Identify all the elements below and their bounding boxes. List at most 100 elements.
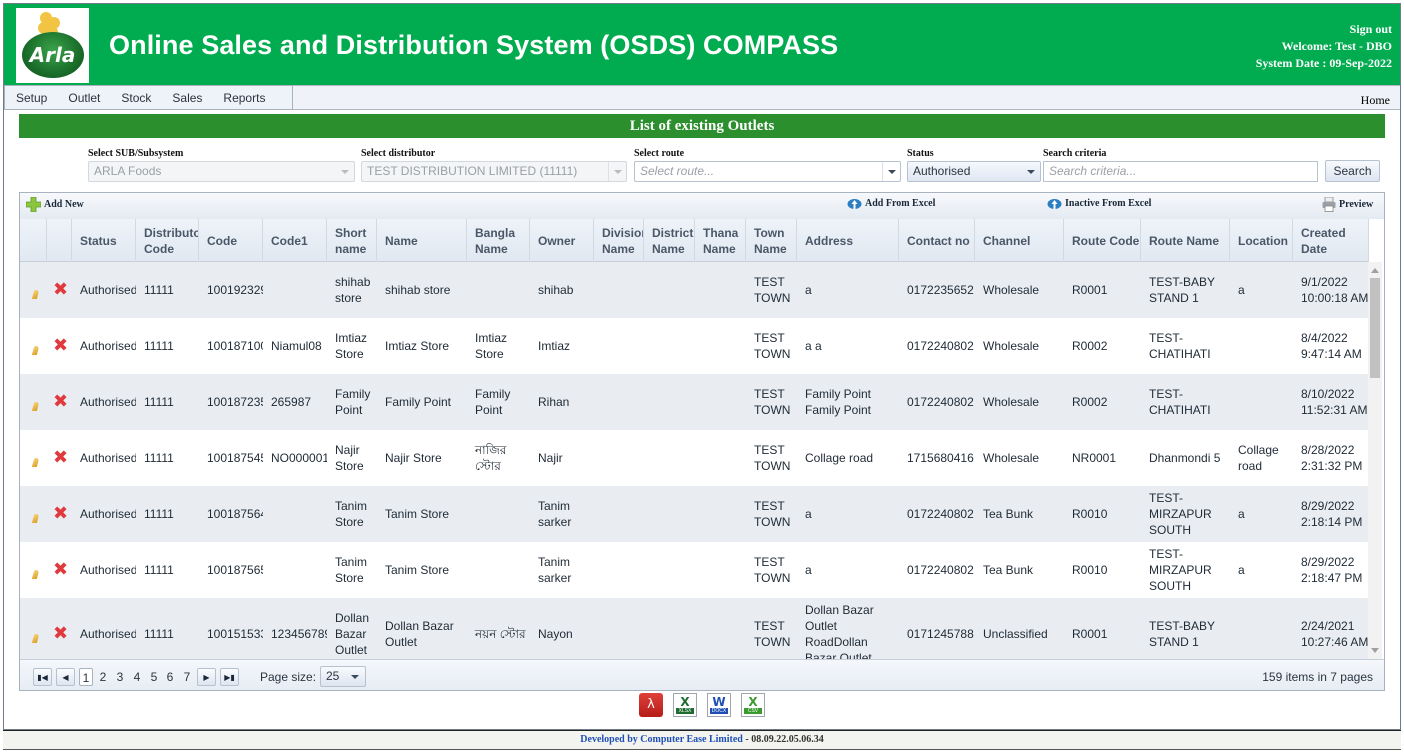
cell-thana — [695, 542, 746, 598]
col-division-name[interactable]: Division Name — [594, 219, 644, 262]
cell-code: 100187565 — [207, 563, 263, 577]
edit-icon[interactable] — [32, 570, 40, 580]
table-row[interactable]: ✖ Authorised 11111 100187545 NO000001 Najir S… — [20, 430, 1369, 486]
scroll-down-icon[interactable] — [1371, 648, 1379, 653]
last-page-button[interactable]: ▶▮ — [220, 668, 239, 686]
page-4[interactable]: 4 — [130, 668, 144, 686]
delete-icon[interactable]: ✖ — [53, 561, 68, 579]
col-short-name[interactable]: Short name — [327, 219, 377, 262]
col-distributor-code[interactable]: Distributor Code — [136, 219, 199, 262]
cell-name: Family Point — [385, 395, 452, 409]
delete-icon[interactable]: ✖ — [53, 337, 68, 355]
status-select[interactable]: Authorised — [907, 161, 1041, 182]
scroll-thumb[interactable] — [1370, 278, 1380, 378]
page-size-select[interactable]: 25 — [320, 666, 366, 687]
pager-info: 159 items in 7 pages — [1262, 670, 1373, 684]
col-name[interactable]: Name — [377, 219, 467, 262]
edit-cell — [20, 486, 47, 542]
export-xlsx-button[interactable]: X XLSX — [673, 693, 697, 717]
menu-item-sales[interactable]: Sales — [161, 91, 212, 105]
preview-button[interactable]: Preview — [1322, 197, 1373, 212]
cell-status: Authorised — [80, 563, 136, 577]
cell-code: 100192329 — [207, 283, 263, 297]
prev-page-button[interactable]: ◀ — [56, 668, 75, 686]
table-row[interactable]: ✖ Authorised 11111 100187565 Tanim Store Tani… — [20, 542, 1369, 598]
next-page-button[interactable]: ▶ — [197, 668, 216, 686]
cell-status: Authorised — [80, 395, 136, 409]
add-new-button[interactable]: Add New — [26, 197, 84, 212]
chevron-down-icon[interactable] — [882, 162, 900, 181]
sub-select[interactable]: ARLA Foods — [88, 161, 355, 182]
table-row[interactable]: ✖ Authorised 11111 100151533 123456789 Dollan… — [20, 598, 1369, 659]
col-route-name[interactable]: Route Name — [1141, 219, 1230, 262]
cell-name: Tanim Store — [385, 507, 450, 521]
delete-icon[interactable]: ✖ — [53, 449, 68, 467]
col-status[interactable]: Status — [72, 219, 136, 262]
col-thana-name[interactable]: Thana Name — [695, 219, 746, 262]
edit-icon[interactable] — [32, 458, 40, 468]
page-5[interactable]: 5 — [147, 668, 161, 686]
col-channel[interactable]: Channel — [975, 219, 1064, 262]
cell-route-name: TEST-MIRZAPUR SOUTH — [1149, 547, 1212, 593]
col-location[interactable]: Location — [1230, 219, 1293, 262]
col-contact-no[interactable]: Contact no — [899, 219, 975, 262]
delete-icon[interactable]: ✖ — [53, 505, 68, 523]
col-route-code[interactable]: Route Code — [1064, 219, 1141, 262]
col-district-name[interactable]: District Name — [644, 219, 695, 262]
cell-owner: Najir — [538, 451, 563, 465]
edit-icon[interactable] — [32, 402, 40, 412]
page-3[interactable]: 3 — [113, 668, 127, 686]
table-row[interactable]: ✖ Authorised 11111 100192329 shihab store shi… — [20, 262, 1369, 318]
cell-thana — [695, 486, 746, 542]
col-code[interactable]: Code — [199, 219, 263, 262]
scroll-up-icon[interactable] — [1371, 268, 1379, 273]
col-code1[interactable]: Code1 — [263, 219, 327, 262]
col-created-date[interactable]: Created Date — [1293, 219, 1369, 262]
menu-item-outlet[interactable]: Outlet — [57, 91, 110, 105]
table-row[interactable]: ✖ Authorised 11111 100187100 Niamul08 Imtiaz … — [20, 318, 1369, 374]
edit-icon[interactable] — [32, 634, 40, 644]
col-bangla-name[interactable]: Bangla Name — [467, 219, 530, 262]
page-6[interactable]: 6 — [163, 668, 177, 686]
menu-item-setup[interactable]: Setup — [5, 91, 57, 105]
col-address[interactable]: Address — [797, 219, 899, 262]
cell-town: TEST TOWN — [754, 443, 791, 473]
edit-icon[interactable] — [32, 514, 40, 524]
cell-channel: Wholesale — [983, 283, 1040, 297]
route-select[interactable]: Select route... — [634, 161, 901, 182]
table-row[interactable]: ✖ Authorised 11111 100187235 265987 Family Po… — [20, 374, 1369, 430]
cell-town: TEST TOWN — [754, 555, 791, 585]
table-row[interactable]: ✖ Authorised 11111 100187564 Tanim Store Tani… — [20, 486, 1369, 542]
page-7[interactable]: 7 — [180, 668, 194, 686]
col-town-name[interactable]: Town Name — [746, 219, 797, 262]
cell-short-name: Najir Store — [335, 443, 364, 473]
sign-out-link[interactable]: Sign out — [1256, 21, 1392, 38]
export-csv-button[interactable]: X CSV — [741, 693, 765, 717]
menu-item-reports[interactable]: Reports — [212, 91, 275, 105]
col-owner[interactable]: Owner — [530, 219, 594, 262]
export-pdf-button[interactable]: λ — [639, 693, 663, 717]
delete-icon[interactable]: ✖ — [53, 281, 68, 299]
cell-status: Authorised — [80, 507, 136, 521]
footer: Developed by Computer Ease Limited - 08.… — [3, 730, 1401, 750]
edit-icon[interactable] — [32, 346, 40, 356]
add-from-excel-button[interactable]: Add From Excel — [847, 197, 935, 210]
page-1[interactable]: 1 — [79, 668, 93, 686]
search-button[interactable]: Search — [1325, 160, 1380, 182]
delete-icon[interactable]: ✖ — [53, 625, 68, 643]
developer-link[interactable]: Developed by Computer Ease Limited — [580, 734, 743, 745]
distributor-select[interactable]: TEST DISTRIBUTION LIMITED (11111) — [361, 161, 627, 182]
vertical-scrollbar[interactable] — [1368, 262, 1382, 659]
delete-cell: ✖ — [47, 486, 72, 542]
search-input[interactable]: Search criteria... — [1043, 161, 1318, 182]
home-link[interactable]: Home — [1361, 93, 1390, 108]
inactive-from-excel-button[interactable]: Inactive From Excel — [1047, 197, 1151, 210]
cell-address: Collage road — [805, 451, 874, 465]
first-page-button[interactable]: ▮◀ — [33, 668, 52, 686]
menu-item-stock[interactable]: Stock — [110, 91, 161, 105]
delete-icon[interactable]: ✖ — [53, 393, 68, 411]
export-docx-button[interactable]: W DOCX — [707, 693, 731, 717]
page-2[interactable]: 2 — [96, 668, 110, 686]
cell-route-name: TEST-CHATIHATI — [1149, 331, 1211, 361]
edit-icon[interactable] — [32, 290, 40, 300]
